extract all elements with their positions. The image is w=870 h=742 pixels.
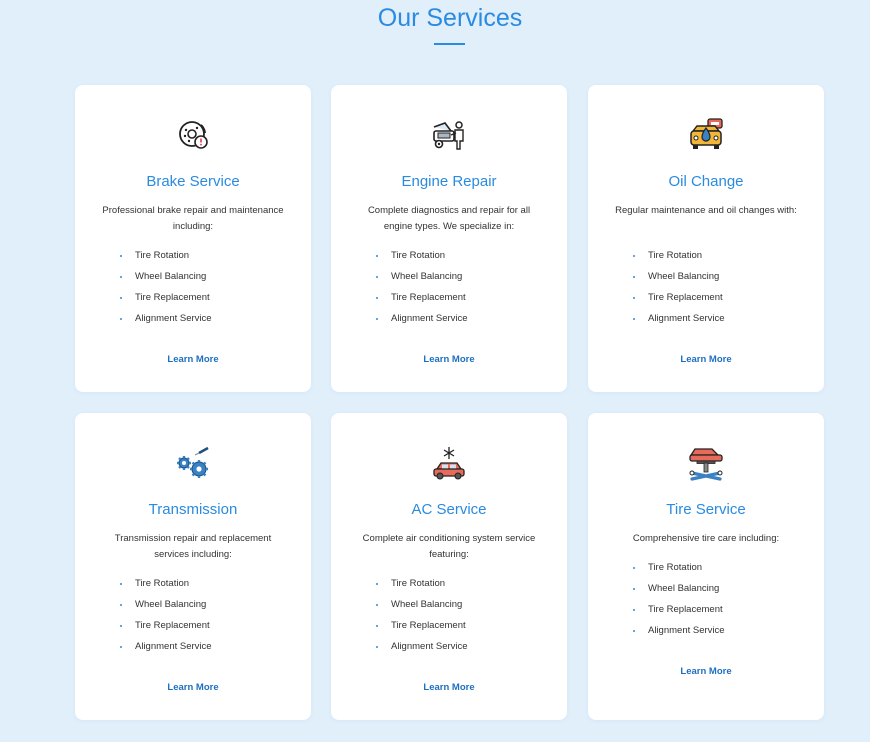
list-item: Tire Replacement — [119, 292, 212, 313]
feature-list: Tire Rotation Wheel Balancing Tire Repla… — [119, 250, 212, 334]
card-title: Oil Change — [668, 173, 744, 190]
car-lift-icon — [688, 445, 724, 481]
list-item: Wheel Balancing — [119, 599, 212, 620]
service-card-transmission: Transmission Transmission repair and rep… — [75, 413, 311, 720]
card-description: Comprehensive tire care including: — [632, 533, 780, 544]
service-card-engine: Engine Repair Complete diagnostics and r… — [331, 85, 567, 392]
service-card-ac: AC Service Complete air conditioning sys… — [331, 413, 567, 720]
learn-more-link[interactable]: Learn More — [588, 354, 824, 365]
list-item: Tire Rotation — [119, 250, 212, 271]
feature-list: Tire Rotation Wheel Balancing Tire Repla… — [375, 250, 468, 334]
brake-disc-icon — [175, 117, 211, 153]
title-underline — [434, 43, 465, 45]
oil-change-car-icon — [688, 117, 724, 153]
list-item: Tire Replacement — [375, 620, 468, 641]
list-item: Tire Rotation — [375, 250, 468, 271]
list-item: Tire Replacement — [375, 292, 468, 313]
list-item: Wheel Balancing — [119, 271, 212, 292]
service-card-brake: Brake Service Professional brake repair … — [75, 85, 311, 392]
list-item: Wheel Balancing — [375, 599, 468, 620]
feature-list: Tire Rotation Wheel Balancing Tire Repla… — [632, 250, 725, 334]
card-description: Complete air conditioning system service… — [362, 533, 536, 560]
feature-list: Tire Rotation Wheel Balancing Tire Repla… — [119, 578, 212, 662]
feature-list: Tire Rotation Wheel Balancing Tire Repla… — [375, 578, 468, 662]
list-item: Tire Replacement — [632, 292, 725, 313]
card-title: Transmission — [148, 501, 238, 518]
list-item: Tire Replacement — [119, 620, 212, 641]
learn-more-link[interactable]: Learn More — [588, 666, 824, 677]
list-item: Alignment Service — [632, 313, 725, 334]
card-description: Transmission repair and replacement serv… — [114, 533, 272, 560]
card-description: Complete diagnostics and repair for all … — [367, 205, 531, 232]
list-item: Tire Rotation — [632, 562, 725, 583]
list-item: Wheel Balancing — [632, 271, 725, 292]
list-item: Tire Replacement — [632, 604, 725, 625]
list-item: Tire Rotation — [119, 578, 212, 599]
list-item: Tire Rotation — [375, 578, 468, 599]
card-title: Tire Service — [666, 501, 746, 518]
mechanic-car-icon — [431, 117, 467, 153]
gears-icon — [175, 445, 211, 481]
card-title: AC Service — [411, 501, 487, 518]
card-title: Brake Service — [146, 173, 240, 190]
ac-car-icon — [431, 445, 467, 481]
list-item: Tire Rotation — [632, 250, 725, 271]
list-item: Alignment Service — [375, 641, 468, 662]
card-title: Engine Repair — [401, 173, 497, 190]
list-item: Wheel Balancing — [375, 271, 468, 292]
learn-more-link[interactable]: Learn More — [331, 354, 567, 365]
card-description: Professional brake repair and maintenanc… — [102, 205, 284, 232]
service-card-oil: Oil Change Regular maintenance and oil c… — [588, 85, 824, 392]
list-item: Wheel Balancing — [632, 583, 725, 604]
list-item: Alignment Service — [119, 313, 212, 334]
list-item: Alignment Service — [375, 313, 468, 334]
service-card-tire: Tire Service Comprehensive tire care inc… — [588, 413, 824, 720]
learn-more-link[interactable]: Learn More — [75, 682, 311, 693]
list-item: Alignment Service — [632, 625, 725, 646]
section-title: Our Services — [377, 4, 523, 32]
learn-more-link[interactable]: Learn More — [331, 682, 567, 693]
learn-more-link[interactable]: Learn More — [75, 354, 311, 365]
list-item: Alignment Service — [119, 641, 212, 662]
feature-list: Tire Rotation Wheel Balancing Tire Repla… — [632, 562, 725, 646]
card-description: Regular maintenance and oil changes with… — [615, 205, 797, 216]
